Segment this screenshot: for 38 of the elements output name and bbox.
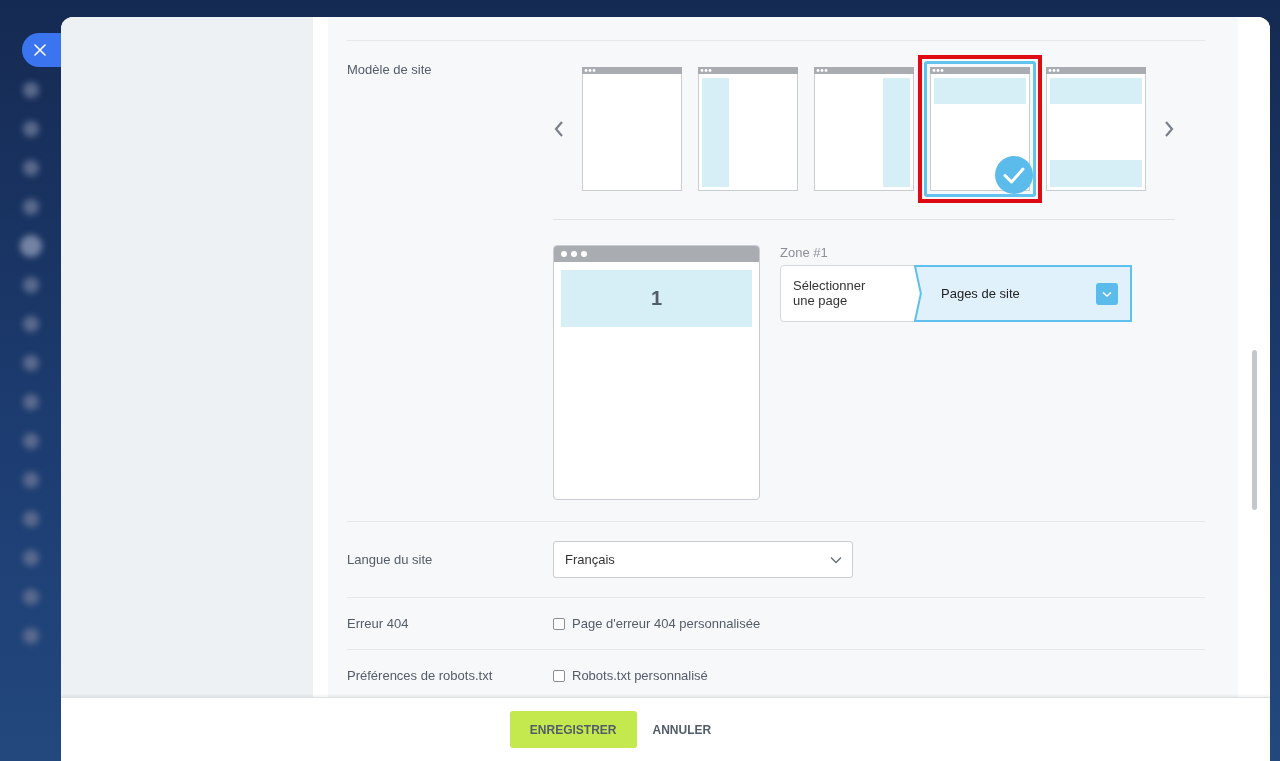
field-label: Préférences de robots.txt [347, 668, 494, 683]
cancel-button[interactable]: ANNULER [642, 711, 722, 748]
layout-option[interactable] [918, 55, 1042, 203]
sidebar-icon[interactable] [22, 550, 39, 566]
checkbox-label: Robots.txt personnalisé [572, 668, 708, 683]
page-source-dropdown[interactable]: Pages de site [914, 265, 1132, 322]
sidebar-icon[interactable] [19, 235, 42, 257]
sidebar-icon[interactable] [22, 160, 39, 176]
sidebar-icon[interactable] [22, 277, 39, 293]
checkbox[interactable] [553, 617, 565, 630]
selector-mode-label: Sélectionner une page [792, 277, 867, 310]
checkbox[interactable] [553, 669, 565, 682]
checkmark-icon [995, 156, 1033, 194]
scrollbar[interactable] [1252, 350, 1257, 510]
sidebar-icon[interactable] [22, 316, 39, 332]
sidebar-icon[interactable] [22, 433, 39, 449]
chevron-down-icon [830, 555, 842, 564]
sidebar-icon[interactable] [22, 589, 39, 605]
sidebar-icon[interactable] [22, 628, 39, 644]
sidebar-icon[interactable] [22, 511, 39, 527]
field-label: Modèle de site [347, 61, 433, 79]
sidebar-icon[interactable] [22, 394, 39, 410]
field-label: Erreur 404 [347, 616, 410, 631]
checkbox-label: Page d'erreur 404 personnalisée [572, 616, 761, 631]
sidebar-icon[interactable] [22, 199, 39, 215]
language-select[interactable]: Français [553, 541, 853, 578]
sidebar-icon[interactable] [22, 82, 39, 98]
window-dots-icon [560, 250, 590, 258]
sidebar-icon[interactable] [22, 472, 39, 488]
zone-label: Zone #1 [780, 245, 829, 260]
dropdown-icon [1096, 282, 1118, 305]
save-button[interactable]: ENREGISTRER [509, 711, 637, 748]
sidebar-icon[interactable] [22, 121, 39, 137]
field-label: Langue du site [347, 552, 434, 567]
close-icon [34, 44, 46, 56]
close-button[interactable] [22, 33, 61, 67]
zone-block: 1 [561, 270, 752, 327]
sidebar-icon[interactable] [22, 355, 39, 371]
